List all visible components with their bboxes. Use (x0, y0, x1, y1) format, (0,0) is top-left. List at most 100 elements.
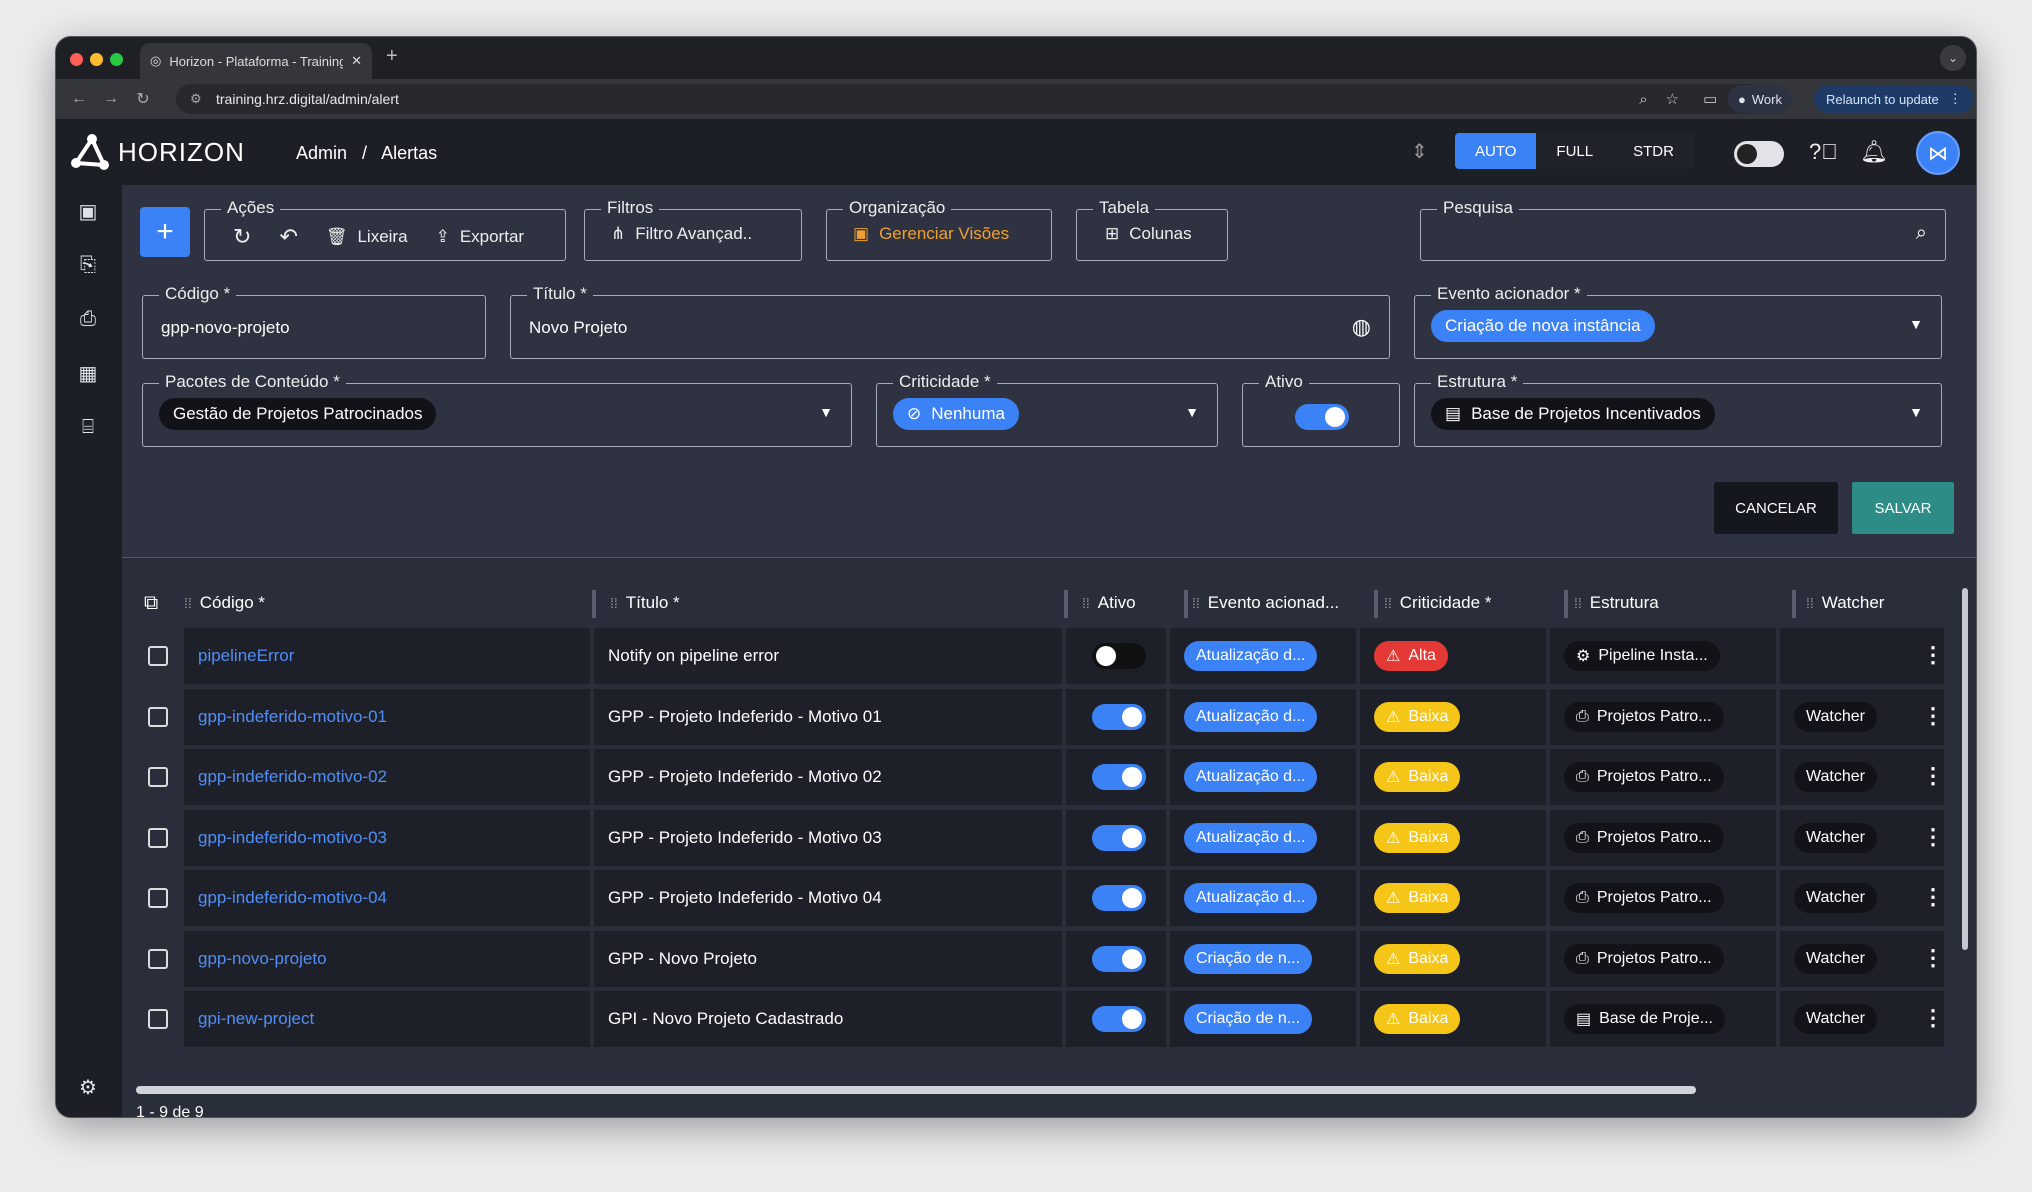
chevron-down-icon[interactable]: ▼ (1185, 404, 1199, 420)
help-icon[interactable]: ?⃝ (1809, 139, 1838, 165)
header-estrutura[interactable]: ⁞⁞ Estrutura (1574, 588, 1659, 618)
cell-codigo-link[interactable]: gpp-indeferido-motivo-01 (184, 689, 590, 745)
table-row[interactable]: gpp-indeferido-motivo-02 GPP - Projeto In… (184, 749, 1944, 805)
table-row[interactable]: pipelineError Notify on pipeline error Atu… (184, 628, 1944, 684)
url-bar[interactable]: ⚙ training.hrz.digital/admin/alert ⌕ ☆ ▭… (176, 84, 1766, 114)
table-row[interactable]: gpi-new-project GPI - Novo Projeto Cadast… (184, 991, 1944, 1047)
lixeira-button[interactable]: 🗑︎ Lixeira (326, 227, 408, 247)
header-criticidade[interactable]: ⁞⁞ Criticidade * (1384, 588, 1491, 618)
header-watcher[interactable]: ⁞⁞ Watcher (1806, 588, 1884, 618)
table-row[interactable]: gpp-indeferido-motivo-01 GPP - Projeto In… (184, 689, 1944, 745)
column-resize-handle[interactable] (592, 590, 596, 618)
ativo-toggle[interactable] (1295, 404, 1349, 430)
column-resize-handle[interactable] (1064, 590, 1068, 618)
avatar[interactable]: ⋈ (1916, 131, 1960, 175)
building-icon[interactable]: ▦ (76, 361, 100, 385)
tab-search-chevron-icon[interactable]: ⌄ (1940, 45, 1966, 71)
estrutura-select[interactable]: Estrutura * ▤ Base de Projetos Incentiva… (1414, 372, 1942, 447)
chevron-down-icon[interactable]: ▼ (819, 404, 833, 420)
search-input[interactable]: Pesquisa ⌕ (1420, 198, 1946, 261)
add-button[interactable]: + (140, 207, 190, 257)
refresh-icon[interactable]: ↻ (233, 224, 251, 250)
header-titulo[interactable]: ⁞⁞ Título * (610, 588, 680, 618)
pacotes-select[interactable]: Pacotes de Conteúdo * Gestão de Projetos… (142, 372, 852, 447)
row-more-icon[interactable]: ⋮ (1922, 945, 1944, 971)
document-settings-icon[interactable]: ⎙ (76, 307, 100, 331)
document-edit-icon[interactable]: ⎘ (76, 253, 100, 277)
row-checkbox[interactable] (148, 888, 168, 908)
mode-full[interactable]: FULL (1536, 133, 1614, 169)
row-ativo-toggle[interactable] (1092, 825, 1146, 851)
reload-icon[interactable]: ↻ (134, 89, 152, 109)
header-codigo[interactable]: ⁞⁞ Código * (184, 588, 265, 618)
row-ativo-toggle[interactable] (1092, 885, 1146, 911)
relaunch-button[interactable]: Relaunch to update ⋮ (1814, 85, 1974, 113)
row-checkbox[interactable] (148, 828, 168, 848)
profile-button[interactable]: ● Work (1728, 85, 1792, 113)
undo-icon[interactable]: ↶ (279, 224, 297, 250)
zoom-icon[interactable]: ⌕ (1639, 91, 1647, 108)
evento-acionador-select[interactable]: Evento acionador * Criação de nova instâ… (1414, 284, 1942, 359)
mode-stdr[interactable]: STDR (1613, 133, 1694, 169)
codigo-field[interactable]: Código * gpp-novo-projeto (142, 284, 486, 359)
row-more-icon[interactable]: ⋮ (1922, 703, 1944, 729)
row-checkbox[interactable] (148, 949, 168, 969)
cell-codigo-link[interactable]: pipelineError (184, 628, 590, 684)
row-ativo-toggle[interactable] (1092, 704, 1146, 730)
density-icon[interactable]: ⇕ (1411, 139, 1428, 164)
header-evento[interactable]: ⁞⁞ Evento acionad... (1192, 588, 1339, 618)
report-search-icon[interactable]: ⌸ (76, 415, 100, 439)
cell-codigo-link[interactable]: gpp-indeferido-motivo-03 (184, 810, 590, 866)
header-ativo[interactable]: ⁞⁞ Ativo (1082, 588, 1136, 618)
colunas-button[interactable]: ⊞ Colunas (1105, 224, 1192, 244)
column-resize-handle[interactable] (1374, 590, 1378, 618)
bookmark-star-icon[interactable]: ☆ (1666, 90, 1679, 108)
row-ativo-toggle[interactable] (1092, 946, 1146, 972)
calendar-check-icon[interactable]: ▣ (76, 199, 100, 223)
cell-codigo-link[interactable]: gpp-indeferido-motivo-02 (184, 749, 590, 805)
forward-icon[interactable]: → (102, 90, 120, 108)
row-checkbox[interactable] (148, 1009, 168, 1029)
table-row[interactable]: gpp-novo-projeto GPP - Novo Projeto Criaçã… (184, 931, 1944, 987)
row-checkbox[interactable] (148, 707, 168, 727)
minimize-window-icon[interactable] (90, 53, 103, 66)
cast-icon[interactable]: ▭ (1703, 90, 1717, 108)
chevron-down-icon[interactable]: ▼ (1909, 316, 1923, 332)
new-tab-icon[interactable]: + (386, 45, 398, 68)
titulo-field[interactable]: Título * Novo Projeto ◍ (510, 284, 1390, 359)
back-icon[interactable]: ← (70, 90, 88, 108)
column-resize-handle[interactable] (1792, 590, 1796, 618)
save-button[interactable]: SALVAR (1852, 482, 1954, 534)
column-resize-handle[interactable] (1184, 590, 1188, 618)
row-more-icon[interactable]: ⋮ (1922, 884, 1944, 910)
table-row[interactable]: gpp-indeferido-motivo-03 GPP - Projeto In… (184, 810, 1944, 866)
row-ativo-toggle[interactable] (1092, 764, 1146, 790)
browser-tab[interactable]: ◎ Horizon - Plataforma - Training ✕ (140, 43, 372, 79)
row-more-icon[interactable]: ⋮ (1922, 763, 1944, 789)
search-icon[interactable]: ⌕ (1916, 222, 1927, 245)
mode-auto[interactable]: AUTO (1455, 133, 1537, 169)
cell-codigo-link[interactable]: gpp-novo-projeto (184, 931, 590, 987)
site-info-icon[interactable]: ⚙ (190, 91, 202, 107)
maximize-window-icon[interactable] (110, 53, 123, 66)
vertical-scrollbar[interactable] (1962, 588, 1968, 950)
row-ativo-toggle[interactable] (1092, 643, 1146, 669)
row-ativo-toggle[interactable] (1092, 1006, 1146, 1032)
bell-icon[interactable]: 🔔︎ (1860, 139, 1888, 165)
cell-codigo-link[interactable]: gpp-indeferido-motivo-04 (184, 870, 590, 926)
breadcrumb-admin[interactable]: Admin (296, 143, 347, 163)
logo[interactable]: HORIZON (70, 133, 245, 171)
gear-icon[interactable]: ⚙ (76, 1075, 100, 1099)
theme-toggle[interactable] (1734, 141, 1784, 167)
translate-globe-icon[interactable]: ◍ (1352, 314, 1371, 340)
gerenciar-visoes-button[interactable]: ▣ Gerenciar Visões (853, 224, 1009, 244)
row-more-icon[interactable]: ⋮ (1922, 642, 1944, 668)
row-checkbox[interactable] (148, 767, 168, 787)
cancel-button[interactable]: CANCELAR (1714, 482, 1838, 534)
column-resize-handle[interactable] (1564, 590, 1568, 618)
criticidade-select[interactable]: Criticidade * ⊘ Nenhuma ▼ (876, 372, 1218, 447)
table-row[interactable]: gpp-indeferido-motivo-04 GPP - Projeto In… (184, 870, 1944, 926)
filtro-avancado-button[interactable]: ⋔ Filtro Avançad.. (611, 224, 752, 244)
close-window-icon[interactable] (70, 53, 83, 66)
row-more-icon[interactable]: ⋮ (1922, 824, 1944, 850)
